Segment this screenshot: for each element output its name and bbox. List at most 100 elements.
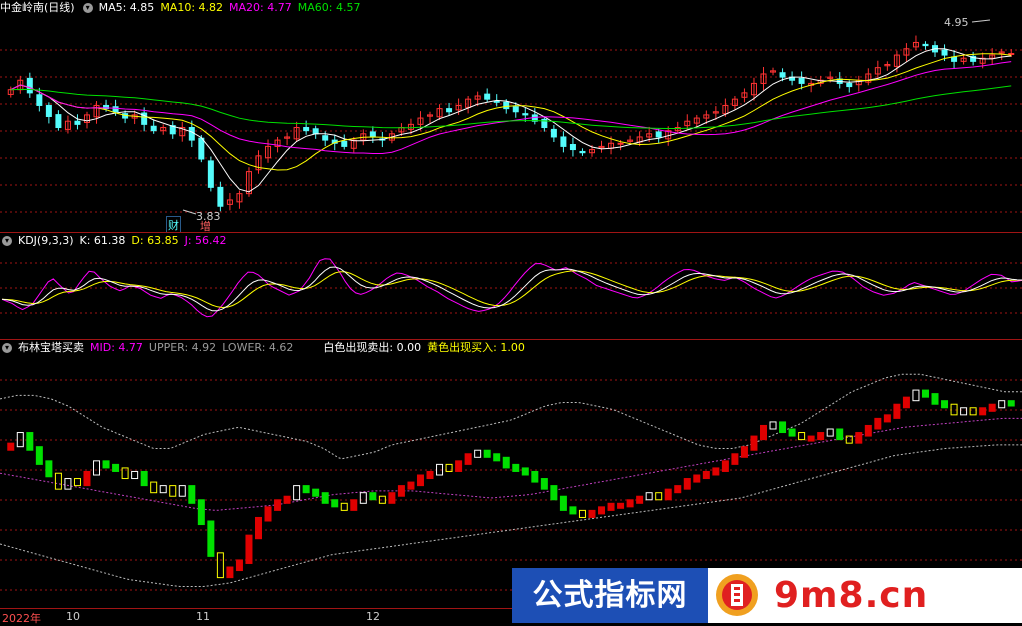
- tower-bar: [760, 424, 767, 441]
- candle-body: [617, 142, 624, 145]
- low-pointer: [182, 209, 197, 215]
- tower-bar: [941, 400, 949, 409]
- tower-bar: [140, 470, 148, 487]
- tower-bar: [502, 456, 510, 469]
- tower-bar: [102, 460, 110, 469]
- candle-body: [560, 136, 567, 147]
- tower-bar: [150, 481, 158, 494]
- tower-bar: [207, 520, 215, 557]
- tower-bar: [902, 396, 910, 409]
- kdj-pane[interactable]: ▾ KDJ(9,3,3) K: 61.38 D: 63.85 J: 56.42: [0, 233, 1022, 339]
- tower-bar: [712, 467, 720, 476]
- tower-bar: [464, 453, 472, 465]
- candle-body: [207, 160, 214, 188]
- candle-body: [503, 101, 510, 110]
- tower-bar: [931, 393, 939, 405]
- candle-body: [798, 77, 805, 84]
- axis-month-12: 12: [366, 610, 380, 623]
- tower-bar: [864, 424, 872, 437]
- candle-body: [446, 108, 453, 113]
- boll-mid-label: MID: 4.77: [90, 341, 143, 354]
- tower-bar: [416, 474, 424, 487]
- tower-bar: [483, 449, 491, 458]
- candle-body: [45, 104, 52, 117]
- tower-bar: [340, 502, 348, 511]
- tower-bar: [912, 389, 920, 402]
- tower-bar: [683, 478, 691, 490]
- tower-bar: [702, 470, 710, 480]
- candle-body: [579, 150, 586, 154]
- tower-bar: [731, 453, 739, 465]
- tower-bar: [569, 506, 577, 515]
- candle-body: [941, 49, 948, 56]
- tower-bar: [664, 488, 672, 501]
- tower-bar: [607, 502, 615, 511]
- watermark-banner: 公式指标网 9m8.cn: [512, 568, 1022, 623]
- tower-bar: [693, 474, 701, 483]
- tower-bar: [893, 403, 901, 419]
- tower-bar: [521, 467, 529, 476]
- collapse-icon[interactable]: ▾: [2, 343, 12, 353]
- high-price-label: 4.95: [944, 16, 969, 29]
- kdj-k-label: K: 61.38: [79, 234, 126, 247]
- watermark-logo-icon: [716, 574, 758, 616]
- candle-body: [341, 140, 348, 147]
- price-chart[interactable]: [0, 0, 1022, 232]
- watermark-left-text: 公式指标网: [512, 568, 708, 623]
- tower-bar: [264, 506, 272, 522]
- boll-upper-line: [0, 373, 1022, 460]
- tower-bar: [578, 509, 586, 518]
- tower-bar: [988, 403, 996, 412]
- tower-bar: [855, 432, 863, 444]
- tower-bar: [721, 460, 729, 472]
- tower-bar: [407, 481, 415, 490]
- kdj-title: KDJ(9,3,3): [18, 234, 74, 247]
- candle-body: [951, 56, 958, 62]
- tower-bar: [493, 453, 501, 462]
- tower-bar: [645, 492, 653, 501]
- tower-bar: [226, 566, 234, 579]
- tower-bar: [302, 485, 310, 494]
- axis-month-10: 10: [66, 610, 80, 623]
- tower-bar: [817, 432, 825, 441]
- tower-bar: [979, 407, 987, 416]
- candle-body: [312, 128, 319, 135]
- white-sell-label: 白色出现卖出: 0.00: [323, 341, 422, 354]
- price-pane[interactable]: 中金岭南(日线) ▾ MA5: 4.85 MA10: 4.82 MA20: 4.77 MA…: [0, 0, 1022, 232]
- tower-bar: [807, 435, 815, 442]
- tower-bar: [26, 432, 34, 451]
- tower-bar: [216, 552, 224, 579]
- axis-year: 2022年: [2, 612, 41, 625]
- tower-bar: [960, 407, 968, 416]
- axis-month-11: 11: [196, 610, 210, 623]
- tower-bar: [1007, 400, 1015, 407]
- tower-bar: [559, 495, 567, 511]
- candle-body: [569, 144, 576, 151]
- tower-bar: [293, 485, 301, 501]
- candle-body: [779, 72, 786, 78]
- candle-body: [36, 94, 43, 106]
- tower-bar: [598, 506, 606, 515]
- tower-bar: [178, 485, 186, 497]
- increase-tag[interactable]: 增: [200, 218, 211, 232]
- tower-bar: [617, 502, 625, 509]
- finance-tag[interactable]: 财: [166, 216, 181, 232]
- collapse-icon[interactable]: ▾: [2, 236, 12, 246]
- ma20-line: [10, 61, 1012, 154]
- tower-bar: [750, 435, 758, 451]
- collapse-icon[interactable]: ▾: [82, 3, 93, 13]
- kdj-j-label: J: 56.42: [184, 234, 227, 247]
- tower-bar: [169, 485, 177, 497]
- candle-body: [550, 128, 557, 138]
- tower-bar: [540, 478, 548, 490]
- yellow-buy-label: 黄色出现买入: 1.00: [427, 341, 525, 354]
- tower-bar: [64, 478, 72, 490]
- candle-body: [922, 43, 929, 47]
- tower-bar: [779, 421, 787, 434]
- tower-bar: [73, 478, 81, 487]
- tower-bar: [798, 432, 806, 441]
- candle-body: [512, 106, 519, 113]
- tower-bar: [674, 485, 682, 494]
- tower-bar: [283, 495, 291, 504]
- candle-body: [198, 137, 205, 160]
